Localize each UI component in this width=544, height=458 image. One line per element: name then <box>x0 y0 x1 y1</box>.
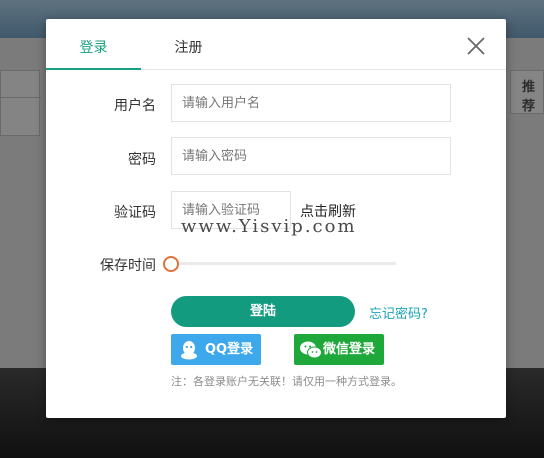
username-label: 用户名 <box>114 98 156 114</box>
tab-register[interactable]: 注册 <box>141 19 236 70</box>
forgot-password-link[interactable]: 忘记密码? <box>369 303 428 322</box>
background-right-panel-header: 推荐 <box>522 80 536 114</box>
login-dialog: 登录 注册 用户名 密码 验证码 点击刷新 www.Yisvip.com 保存时… <box>46 19 506 418</box>
save-time-label: 保存时间 <box>100 258 156 274</box>
background-left-panel <box>0 70 41 136</box>
close-icon <box>467 37 485 55</box>
tab-login[interactable]: 登录 <box>46 19 141 70</box>
wechat-icon <box>300 341 322 359</box>
username-input[interactable] <box>171 84 451 122</box>
save-time-slider-track[interactable] <box>170 262 396 265</box>
background-right-panel: 推荐 <box>510 70 544 114</box>
wechat-login-label: 微信登录 <box>323 342 376 357</box>
save-time-slider-handle[interactable] <box>163 256 179 272</box>
login-submit-button[interactable]: 登陆 <box>171 296 355 327</box>
close-button[interactable] <box>465 35 487 57</box>
qq-login-button[interactable]: QQ登录 <box>171 334 261 365</box>
login-note: 注：各登录账户无关联！请仅用一种方式登录。 <box>171 375 402 388</box>
password-input[interactable] <box>171 137 451 175</box>
qq-icon <box>181 341 197 360</box>
watermark-text: www.Yisvip.com <box>181 216 357 237</box>
wechat-login-button[interactable]: 微信登录 <box>294 334 384 365</box>
password-label: 密码 <box>128 152 156 168</box>
dialog-tabs: 登录 注册 <box>46 19 506 70</box>
qq-login-label: QQ登录 <box>205 342 254 357</box>
captcha-label: 验证码 <box>114 205 156 221</box>
